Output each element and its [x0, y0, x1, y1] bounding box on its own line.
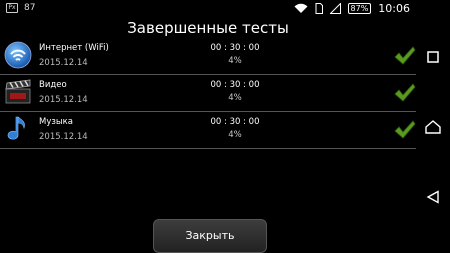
home-icon [425, 120, 441, 134]
test-percent: 4% [228, 56, 242, 66]
list-item[interactable]: Интернет (WiFi) 2015.12.14 00 : 30 : 00 … [0, 38, 416, 75]
cell-signal-icon [329, 3, 341, 14]
test-date: 2015.12.14 [39, 132, 88, 142]
wifi-icon [4, 41, 32, 69]
list-item[interactable]: Видео 2015.12.14 00 : 30 : 00 4% [0, 75, 416, 112]
status-bar: Px 87 87% 10:06 [0, 0, 416, 17]
completed-tests-list: Интернет (WiFi) 2015.12.14 00 : 30 : 00 … [0, 38, 416, 149]
test-percent: 4% [228, 130, 242, 140]
test-name: Интернет (WiFi) [39, 43, 109, 53]
app-notification-icon: Px [6, 3, 18, 13]
home-button[interactable] [420, 114, 446, 140]
list-item[interactable]: Музыка 2015.12.14 00 : 30 : 00 4% [0, 112, 416, 149]
test-date: 2015.12.14 [39, 95, 88, 105]
recent-apps-icon [427, 51, 439, 63]
close-button[interactable]: Закрыть [153, 219, 267, 253]
test-date: 2015.12.14 [39, 58, 88, 68]
test-duration: 00 : 30 : 00 [210, 43, 260, 53]
checkmark-icon [394, 120, 416, 139]
test-duration: 00 : 30 : 00 [210, 80, 260, 90]
battery-indicator: 87% [347, 3, 372, 14]
test-duration: 00 : 30 : 00 [210, 117, 260, 127]
wifi-signal-icon [294, 3, 308, 13]
clock: 10:06 [378, 2, 410, 15]
test-percent: 4% [228, 93, 242, 103]
status-left-text: 87 [24, 3, 36, 13]
checkmark-icon [394, 46, 416, 65]
music-note-icon [7, 116, 25, 140]
sim-card-icon [315, 3, 323, 14]
checkmark-icon [394, 83, 416, 102]
recent-apps-button[interactable] [420, 44, 446, 70]
test-name: Музыка [39, 117, 73, 127]
page-title: Завершенные тесты [127, 19, 289, 37]
video-clapper-icon [5, 79, 31, 104]
test-name: Видео [39, 80, 67, 90]
back-icon [426, 190, 439, 204]
back-button[interactable] [420, 184, 446, 210]
navigation-bar [416, 0, 450, 253]
